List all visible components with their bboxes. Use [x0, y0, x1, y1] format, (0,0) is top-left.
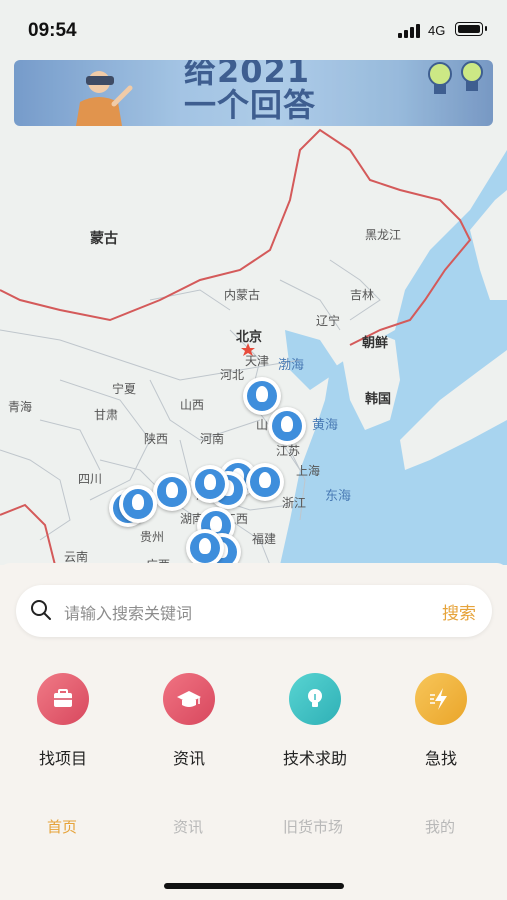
feature-label: 技术求助	[282, 749, 347, 768]
home-indicator[interactable]	[164, 883, 344, 889]
lightbulb-icon	[289, 673, 341, 725]
map-label-guizhou: 贵州	[140, 530, 165, 544]
feature-label: 资讯	[172, 749, 205, 768]
map-label-hebei: 河北	[220, 368, 245, 382]
graduation-cap-icon	[163, 673, 215, 725]
map-pin[interactable]	[119, 485, 157, 523]
map-label-shanghai: 上海	[296, 464, 321, 478]
battery-icon	[455, 22, 487, 36]
tab-home[interactable]: 首页	[47, 816, 77, 837]
map-pin[interactable]	[246, 463, 284, 501]
map-label-liaoning: 辽宁	[316, 314, 341, 328]
search-icon	[31, 600, 51, 620]
map-label-zhejiang: 浙江	[282, 496, 307, 510]
map-label-henan: 河南	[200, 432, 225, 446]
banner-title: 给2021 一个回答	[184, 60, 317, 124]
search-input[interactable]: 请输入搜索关键词	[64, 600, 192, 624]
feature-label: 找项目	[38, 749, 87, 768]
map-label-fujian: 福建	[252, 532, 277, 546]
map-label-east-sea: 东海	[325, 489, 352, 504]
map-pin[interactable]	[186, 529, 224, 565]
map-label-sichuan: 四川	[78, 472, 103, 486]
map-pin[interactable]	[153, 473, 191, 511]
tab-news[interactable]: 资讯	[173, 816, 203, 837]
status-time: 09:54	[28, 20, 77, 41]
map-label-beijing: 北京	[236, 330, 263, 345]
map-label-south-korea: 韩国	[365, 392, 392, 407]
map-label-bohai: 渤海	[278, 358, 305, 373]
bottom-panel: 请输入搜索关键词 搜索 找项目 资讯 技术求助 急找 首页 资讯 旧货市场 我的	[0, 563, 507, 900]
map-label-gansu: 甘肃	[94, 408, 119, 422]
briefcase-icon	[37, 673, 89, 725]
feature-find-project[interactable]: 找项目	[18, 673, 108, 773]
feature-label: 急找	[424, 749, 457, 768]
lightbulbs-illustration	[428, 61, 483, 94]
status-bar: 09:54 4G	[0, 0, 507, 58]
map-label-tianjin: 天津	[245, 354, 270, 368]
cellular-signal-icon	[398, 22, 424, 38]
map-label-mongolia: 蒙古	[90, 231, 118, 247]
map-label-jilin: 吉林	[350, 288, 375, 302]
feature-news[interactable]: 资讯	[144, 673, 234, 773]
tab-profile[interactable]: 我的	[425, 816, 455, 837]
map-pin[interactable]	[191, 465, 229, 503]
map-label-north-korea: 朝鲜	[362, 336, 389, 351]
map-label-qinghai: 青海	[8, 400, 33, 414]
feature-tech-help[interactable]: 技术求助	[270, 673, 360, 773]
map-label-shaanxi: 陕西	[144, 432, 169, 446]
promo-banner[interactable]: 给2021 一个回答	[14, 60, 493, 126]
network-type: 4G	[428, 23, 446, 38]
lightning-icon	[415, 673, 467, 725]
vr-person-illustration	[76, 71, 133, 126]
app-screen: 蒙古 黑龙江 吉林 内蒙古 北京 天津 辽宁 朝鲜 河北 渤海 韩国 宁夏 青海…	[0, 0, 507, 900]
tab-secondhand-market[interactable]: 旧货市场	[283, 816, 343, 837]
feature-grid: 找项目 资讯 技术求助 急找	[0, 673, 507, 773]
search-bar[interactable]: 请输入搜索关键词 搜索	[16, 585, 492, 637]
tab-bar: 首页 资讯 旧货市场 我的	[0, 808, 507, 848]
search-button[interactable]: 搜索	[442, 599, 476, 624]
map-pin[interactable]	[243, 377, 281, 415]
map-label-ningxia: 宁夏	[112, 382, 137, 396]
map-label-yellow-sea: 黄海	[312, 418, 339, 433]
map-label-inner-mongolia: 内蒙古	[224, 288, 261, 302]
feature-urgent[interactable]: 急找	[396, 673, 486, 773]
map-label-shanxi: 山西	[180, 398, 205, 412]
map-label-heilongjiang: 黑龙江	[365, 228, 402, 242]
map-pin[interactable]	[268, 407, 306, 445]
